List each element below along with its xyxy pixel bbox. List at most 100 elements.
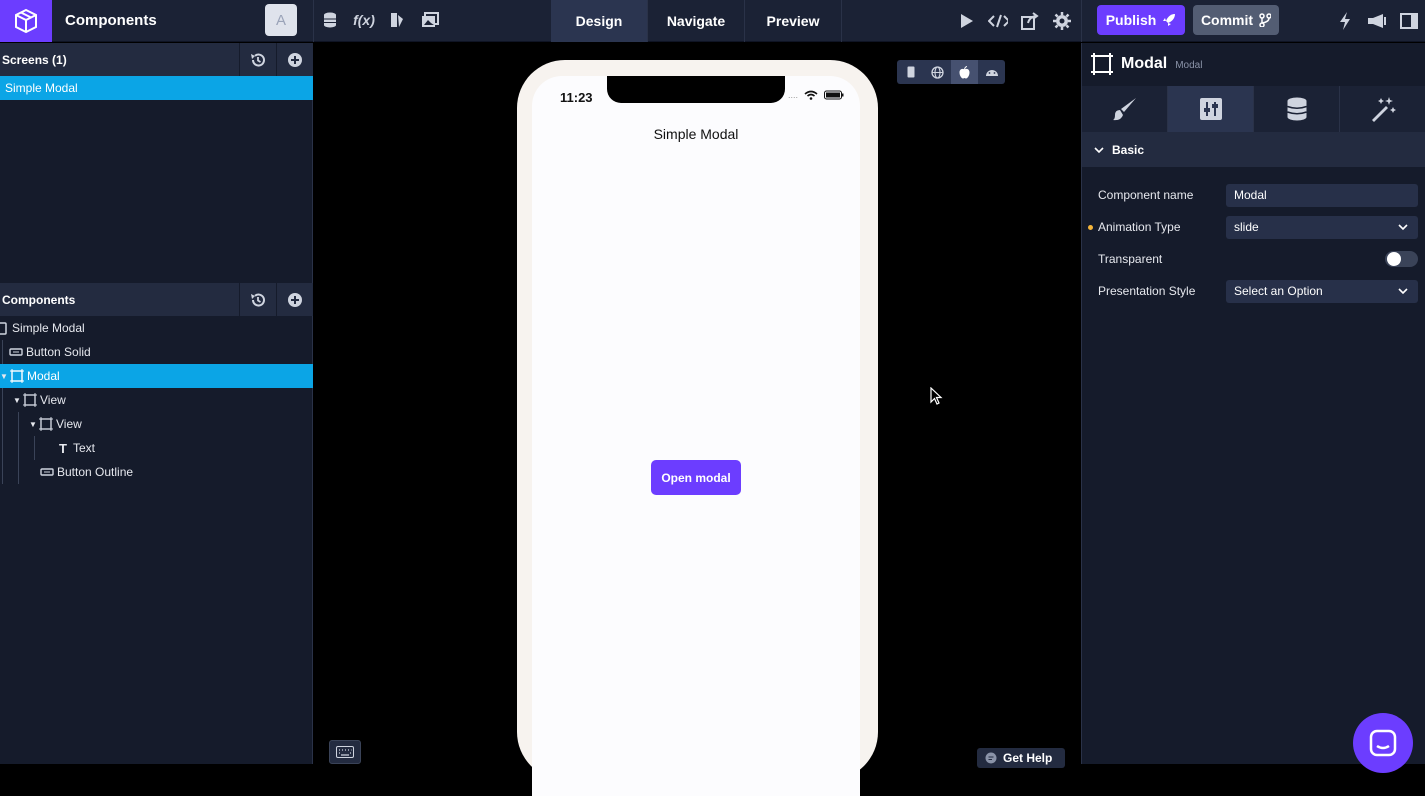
tree-item-label: Modal	[27, 369, 60, 383]
chevron-down-icon[interactable]: ▼	[0, 372, 10, 381]
screen-icon	[0, 321, 9, 335]
add-component-icon[interactable]	[276, 283, 313, 316]
tree-item-label: View	[56, 417, 82, 431]
tab-style[interactable]	[1082, 86, 1168, 132]
screen-item-simple-modal[interactable]: Simple Modal	[0, 76, 313, 100]
gear-icon[interactable]	[1052, 10, 1072, 32]
tree-item-view[interactable]: ▼ View	[0, 388, 313, 412]
select-value: Select an Option	[1234, 284, 1323, 298]
design-canvas[interactable]: 11:23 .... Simple Modal Open modal Get H…	[314, 43, 1081, 796]
tree-guide	[18, 436, 19, 460]
component-name-input[interactable]: Modal	[1226, 183, 1418, 207]
tree-item-button-outline[interactable]: Button Outline	[0, 460, 313, 484]
section-title: Basic	[1112, 142, 1145, 157]
toolbar-icons: f(x)	[320, 10, 440, 30]
components-title: Components	[2, 292, 76, 307]
get-help-label: Get Help	[1003, 751, 1053, 765]
theme-icon[interactable]	[388, 10, 408, 30]
animation-type-select[interactable]: slide	[1226, 215, 1418, 239]
divider	[313, 0, 314, 42]
prop-presentation-style: Presentation Style Select an Option	[1082, 279, 1425, 303]
screen-title: Simple Modal	[653, 126, 739, 142]
get-help-button[interactable]: Get Help	[977, 748, 1065, 768]
signal-icon: ....	[787, 90, 798, 100]
tab-design[interactable]: Design	[551, 0, 648, 42]
device-toggle	[897, 60, 1005, 84]
tree-item-modal[interactable]: ▼ Modal	[0, 364, 313, 388]
transparent-toggle[interactable]	[1385, 251, 1418, 267]
tree-guide	[34, 436, 35, 460]
tree-item-button-solid[interactable]: Button Solid	[0, 340, 313, 364]
web-icon[interactable]	[924, 60, 951, 84]
tab-data[interactable]	[1254, 86, 1340, 132]
tab-config[interactable]	[1168, 86, 1254, 132]
frame-icon	[10, 369, 24, 383]
mode-tabs: Design Navigate Preview	[551, 0, 842, 42]
rocket-icon	[1163, 14, 1176, 26]
publish-button[interactable]: Publish	[1097, 5, 1185, 35]
code-icon[interactable]	[988, 10, 1008, 32]
phone-notch	[607, 76, 785, 103]
properties-tabs	[1082, 86, 1425, 132]
app-logo-icon[interactable]	[0, 0, 52, 42]
apple-icon[interactable]	[951, 60, 978, 84]
phone-screen[interactable]: 11:23 .... Simple Modal Open modal	[532, 76, 860, 796]
play-icon[interactable]	[956, 10, 976, 32]
chat-icon	[1369, 729, 1397, 757]
tab-preview[interactable]: Preview	[745, 0, 842, 42]
commit-button[interactable]: Commit	[1193, 5, 1279, 35]
chevron-down-icon	[1398, 223, 1408, 230]
component-tree: Simple Modal Button Solid ▼ Modal ▼ View…	[0, 316, 313, 484]
sidebar-toggle-icon[interactable]	[1399, 10, 1419, 32]
keyboard-shortcuts-button[interactable]	[329, 740, 361, 764]
prop-label: Presentation Style	[1098, 284, 1196, 298]
database-icon[interactable]	[320, 10, 340, 30]
support-chat-button[interactable]	[1353, 713, 1413, 773]
function-icon[interactable]: f(x)	[352, 10, 376, 30]
status-time: 11:23	[560, 90, 593, 105]
media-icon[interactable]	[420, 10, 440, 30]
tree-item-simple-modal[interactable]: Simple Modal	[0, 316, 313, 340]
tree-item-view[interactable]: ▼ View	[0, 412, 313, 436]
history-icon[interactable]	[239, 43, 276, 76]
chevron-down-icon[interactable]: ▼	[13, 396, 23, 405]
paintbrush-icon	[1112, 98, 1136, 121]
commit-label: Commit	[1200, 12, 1254, 28]
tree-guide	[2, 436, 3, 460]
button-icon	[40, 465, 54, 479]
text-icon: T	[59, 440, 67, 456]
mouse-cursor-icon	[930, 387, 943, 405]
tree-item-label: Simple Modal	[12, 321, 85, 335]
frame-icon	[1091, 53, 1113, 75]
chevron-down-icon[interactable]: ▼	[29, 420, 39, 429]
android-icon[interactable]	[978, 60, 1005, 84]
tab-navigate[interactable]: Navigate	[648, 0, 745, 42]
prop-label: Animation Type	[1098, 220, 1181, 234]
tree-guide	[18, 412, 19, 436]
run-icons	[956, 10, 1072, 32]
presentation-style-select[interactable]: Select an Option	[1226, 279, 1418, 303]
sliders-icon	[1199, 98, 1222, 120]
tab-actions[interactable]	[1340, 86, 1425, 132]
add-screen-icon[interactable]	[276, 43, 313, 76]
screens-title: Screens (1)	[2, 52, 67, 67]
open-modal-button[interactable]: Open modal	[651, 460, 741, 495]
app-title: Components	[65, 12, 157, 29]
user-avatar[interactable]: A	[265, 4, 297, 36]
chevron-down-icon	[1094, 146, 1104, 153]
branch-icon	[1259, 13, 1272, 27]
share-icon[interactable]	[1020, 10, 1040, 32]
basic-section-header[interactable]: Basic	[1082, 132, 1425, 167]
toggle-knob	[1387, 252, 1401, 266]
tree-guide	[2, 412, 3, 436]
phone-icon[interactable]	[897, 60, 924, 84]
keyboard-icon	[336, 746, 354, 758]
prop-component-name: Component name Modal	[1082, 183, 1425, 207]
history-icon[interactable]	[239, 283, 276, 316]
tree-item-label: Button Outline	[57, 465, 134, 479]
lightning-icon[interactable]	[1335, 10, 1355, 32]
prop-label: Transparent	[1098, 252, 1163, 266]
prop-animation-type: Animation Type slide	[1082, 215, 1425, 239]
tree-item-text[interactable]: T Text	[0, 436, 313, 460]
megaphone-icon[interactable]	[1367, 10, 1387, 32]
